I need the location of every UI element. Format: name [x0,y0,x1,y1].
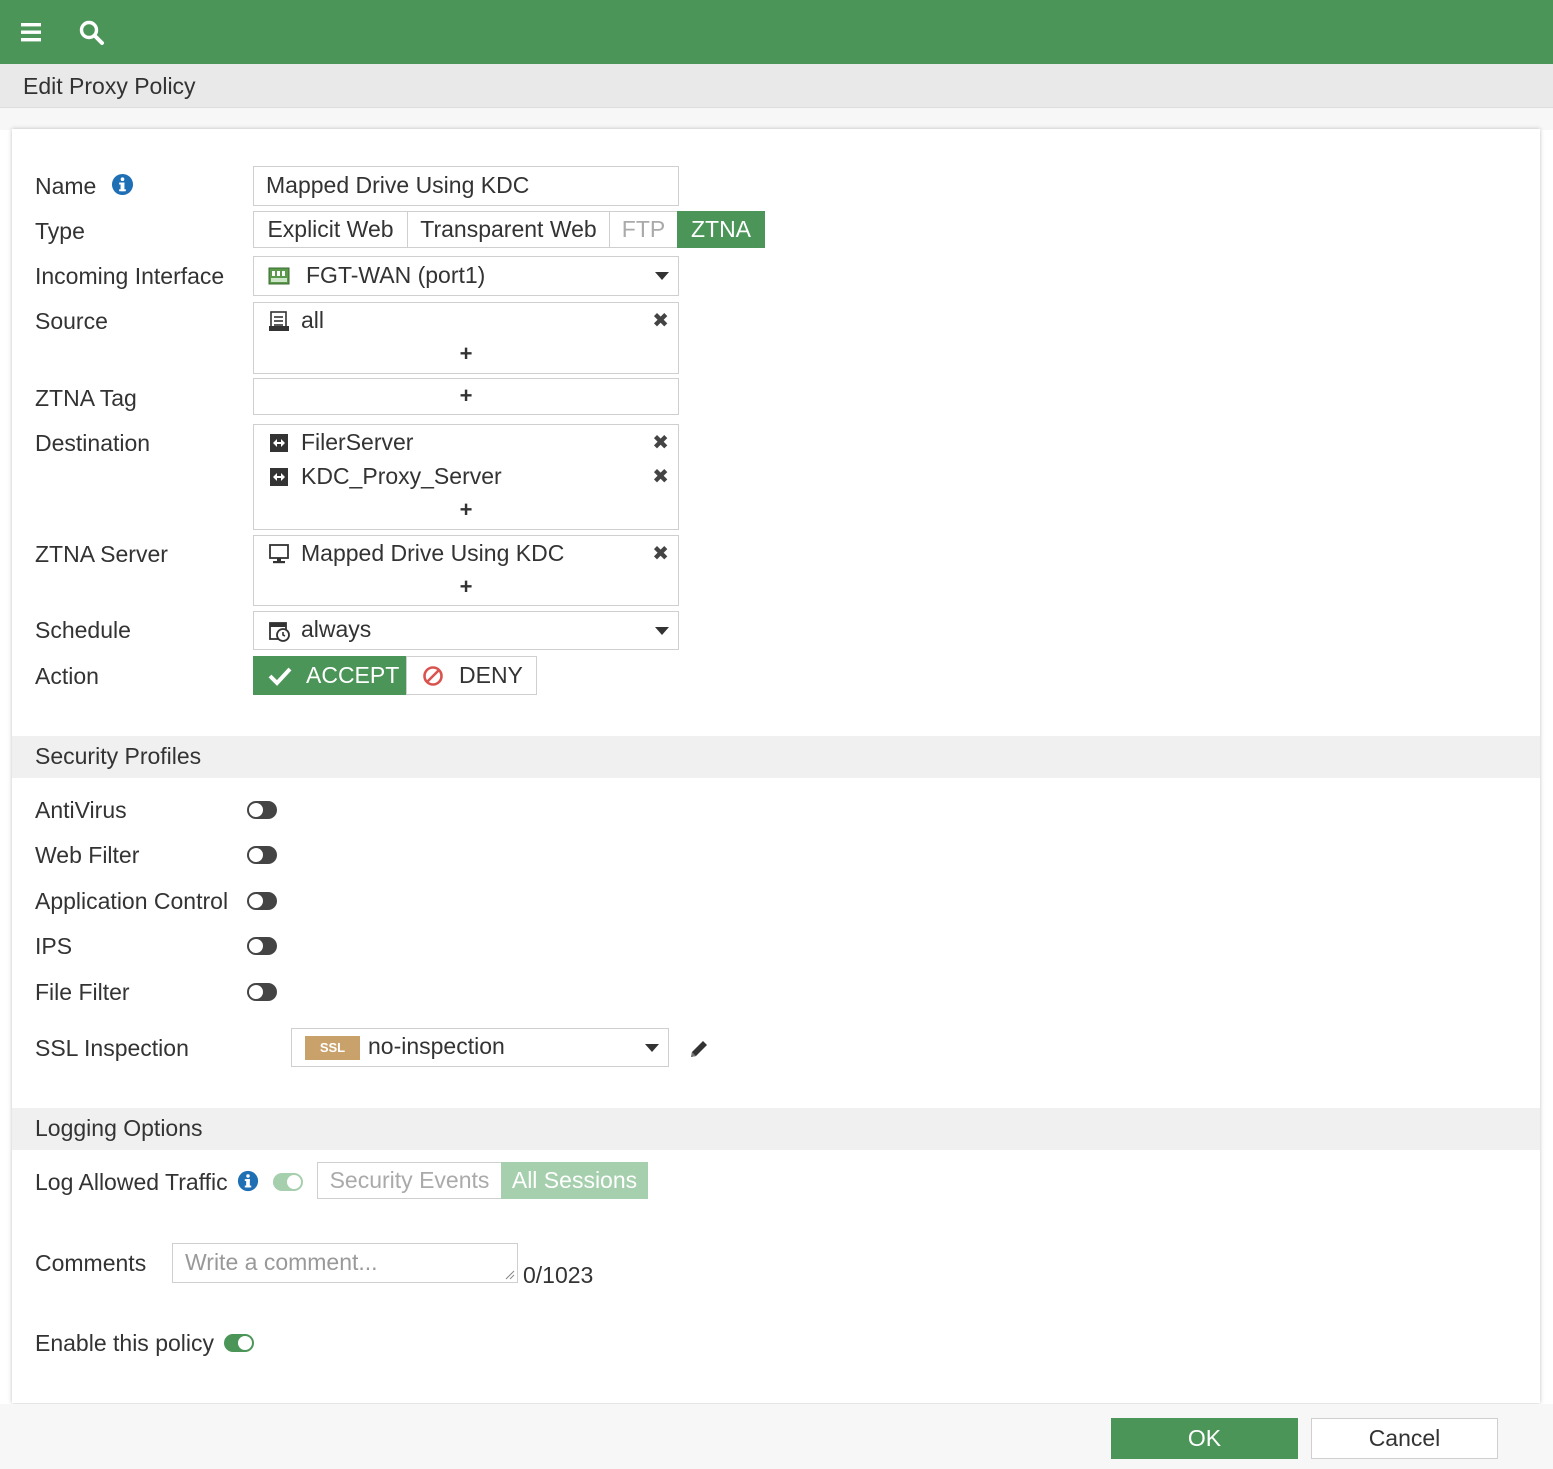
source-field[interactable]: all ✖ + [253,302,679,374]
deny-label: DENY [459,662,523,688]
incoming-interface-select[interactable]: FGT-WAN (port1) [253,256,679,296]
deny-prohibited-icon [423,666,443,686]
destination-entry: KDC_Proxy_Server [301,463,502,489]
add-ztna-server-plus-icon[interactable]: + [254,574,678,600]
comments-textarea[interactable]: Write a comment... [172,1243,518,1283]
virtual-ip-icon [270,468,288,486]
ztna-server-label: ZTNA Server [35,541,168,567]
chevron-down-icon [655,627,669,635]
source-label: Source [35,308,108,334]
enable-policy-label: Enable this policy [35,1330,214,1356]
edit-pencil-icon[interactable] [688,1038,710,1060]
log-all-sessions-option[interactable]: All Sessions [501,1162,648,1199]
background-gap [0,108,1553,130]
name-label: Name [35,173,97,199]
add-ztna-tag-plus-icon[interactable]: + [254,383,678,409]
schedule-label: Schedule [35,617,131,643]
application-control-toggle[interactable] [247,892,277,910]
web-filter-label: Web Filter [35,842,140,868]
ztna-server-field[interactable]: Mapped Drive Using KDC ✖ + [253,535,679,606]
incoming-interface-value: FGT-WAN (port1) [306,262,486,288]
name-input[interactable]: Mapped Drive Using KDC [253,166,679,206]
type-label: Type [35,218,85,244]
comment-character-counter: 0/1023 [523,1262,594,1288]
comments-label: Comments [35,1250,147,1276]
cancel-button[interactable]: Cancel [1311,1418,1498,1459]
chevron-down-icon [645,1044,659,1052]
remove-ztna-server-close-icon[interactable]: ✖ [652,541,669,566]
web-filter-toggle[interactable] [247,846,277,864]
ok-button[interactable]: OK [1111,1418,1298,1459]
logging-options-header: Logging Options [12,1108,1540,1150]
schedule-calendar-icon [269,622,290,642]
ssl-inspection-select[interactable]: SSL no-inspection [291,1028,669,1067]
schedule-value: always [301,616,372,642]
logging-options-title: Logging Options [35,1115,203,1141]
file-filter-label: File Filter [35,979,130,1005]
accept-button[interactable]: ACCEPT [253,656,407,695]
ips-label: IPS [35,933,73,959]
incoming-interface-label: Incoming Interface [35,263,225,289]
enable-policy-toggle[interactable] [224,1334,254,1352]
comments-placeholder: Write a comment... [185,1249,378,1275]
log-security-events-option[interactable]: Security Events [317,1162,502,1199]
add-destination-plus-icon[interactable]: + [254,497,678,523]
info-icon[interactable] [111,173,134,196]
add-source-plus-icon[interactable]: + [254,341,678,367]
deny-button[interactable]: DENY [406,656,537,695]
ips-toggle[interactable] [247,937,277,955]
chevron-down-icon [655,272,669,280]
schedule-select[interactable]: always [253,611,679,650]
virtual-ip-icon [270,434,288,452]
type-ztna-tab[interactable]: ZTNA [677,211,765,248]
page-title-bar: Edit Proxy Policy [0,64,1553,108]
checkmark-icon [268,667,292,686]
ztna-server-entry: Mapped Drive Using KDC [301,540,565,566]
interface-port-icon [268,267,290,285]
antivirus-label: AntiVirus [35,797,127,823]
source-entry: all [301,307,325,333]
action-label: Action [35,663,99,689]
name-input-value: Mapped Drive Using KDC [266,172,530,198]
server-monitor-icon [269,544,289,564]
destination-field[interactable]: FilerServer ✖ KDC_Proxy_Server ✖ + [253,424,679,530]
security-profiles-title: Security Profiles [35,743,202,769]
ztna-tag-field[interactable]: + [253,378,679,415]
top-navigation-bar [0,0,1553,64]
destination-label: Destination [35,430,151,456]
ssl-inspection-label: SSL Inspection [35,1035,189,1061]
hamburger-menu-icon[interactable] [13,14,49,50]
log-allowed-traffic-label: Log Allowed Traffic [35,1169,228,1195]
info-icon[interactable] [237,1170,259,1192]
antivirus-toggle[interactable] [247,801,277,819]
address-icon [269,311,289,331]
accept-label: ACCEPT [306,662,400,688]
remove-destination-close-icon[interactable]: ✖ [652,430,669,455]
destination-entry: FilerServer [301,429,414,455]
type-explicit-web-tab[interactable]: Explicit Web [253,211,408,248]
type-transparent-web-tab[interactable]: Transparent Web [407,211,610,248]
ztna-tag-label: ZTNA Tag [35,385,137,411]
resize-handle-icon[interactable] [503,1268,515,1280]
security-profiles-header: Security Profiles [12,736,1540,778]
remove-destination-close-icon[interactable]: ✖ [652,464,669,489]
search-icon[interactable] [73,14,109,50]
log-allowed-traffic-toggle[interactable] [273,1173,303,1191]
page-title: Edit Proxy Policy [23,73,196,99]
ssl-badge: SSL [305,1036,360,1060]
remove-source-close-icon[interactable]: ✖ [652,308,669,333]
application-control-label: Application Control [35,888,229,914]
file-filter-toggle[interactable] [247,983,277,1001]
ssl-inspection-value: no-inspection [368,1033,505,1059]
type-ftp-tab[interactable]: FTP [609,211,678,248]
